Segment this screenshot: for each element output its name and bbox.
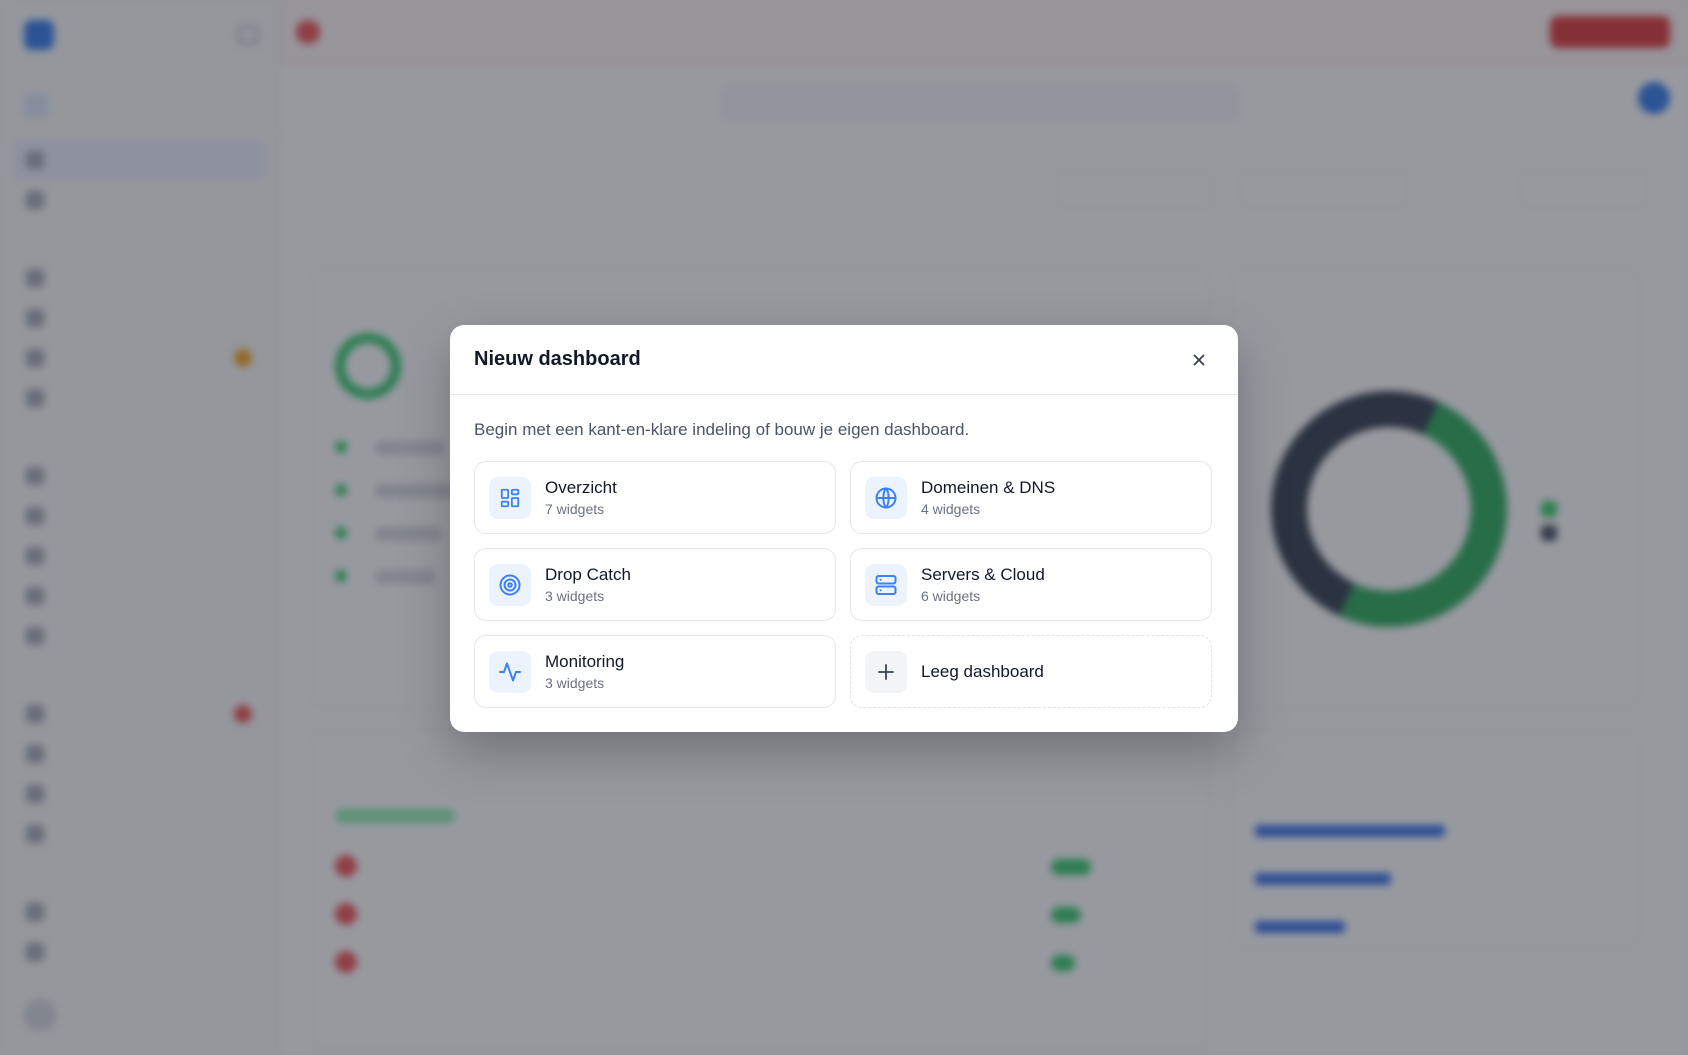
template-drop-catch[interactable]: Drop Catch 3 widgets: [474, 548, 836, 621]
modal-body: Begin met een kant-en-klare indeling of …: [450, 395, 1238, 708]
template-grid: Overzicht 7 widgets Domeinen & DNS 4 wid…: [474, 461, 1214, 708]
activity-icon: [489, 650, 531, 693]
template-count: 6 widgets: [921, 588, 981, 604]
template-domeinen-dns[interactable]: Domeinen & DNS 4 widgets: [850, 461, 1212, 534]
template-name: Servers & Cloud: [921, 565, 1045, 584]
modal-description: Begin met een kant-en-klare indeling of …: [474, 420, 970, 439]
template-overzicht[interactable]: Overzicht 7 widgets: [474, 461, 836, 534]
modal-header: Nieuw dashboard: [450, 325, 1238, 395]
new-dashboard-modal: Nieuw dashboard Begin met een kant-en-kl…: [450, 325, 1238, 732]
template-count: 3 widgets: [545, 588, 605, 604]
template-name: Leeg dashboard: [921, 661, 1044, 681]
template-leeg-dashboard[interactable]: Leeg dashboard: [850, 635, 1212, 708]
template-count: 3 widgets: [545, 675, 605, 691]
target-icon: [489, 563, 531, 606]
close-icon: [1193, 354, 1205, 365]
plus-icon: [865, 650, 907, 693]
template-count: 4 widgets: [921, 501, 981, 517]
modal-title: Nieuw dashboard: [474, 348, 641, 370]
template-monitoring[interactable]: Monitoring 3 widgets: [474, 635, 836, 708]
template-name: Overzicht: [545, 478, 617, 497]
template-servers-cloud[interactable]: Servers & Cloud 6 widgets: [850, 548, 1212, 621]
template-count: 7 widgets: [545, 501, 605, 517]
template-name: Domeinen & DNS: [921, 478, 1056, 497]
globe-icon: [865, 476, 907, 519]
server-icon: [865, 563, 907, 606]
close-button[interactable]: [1184, 345, 1214, 375]
layout-grid-icon: [489, 476, 531, 519]
template-name: Monitoring: [545, 652, 625, 671]
template-name: Drop Catch: [545, 565, 631, 584]
